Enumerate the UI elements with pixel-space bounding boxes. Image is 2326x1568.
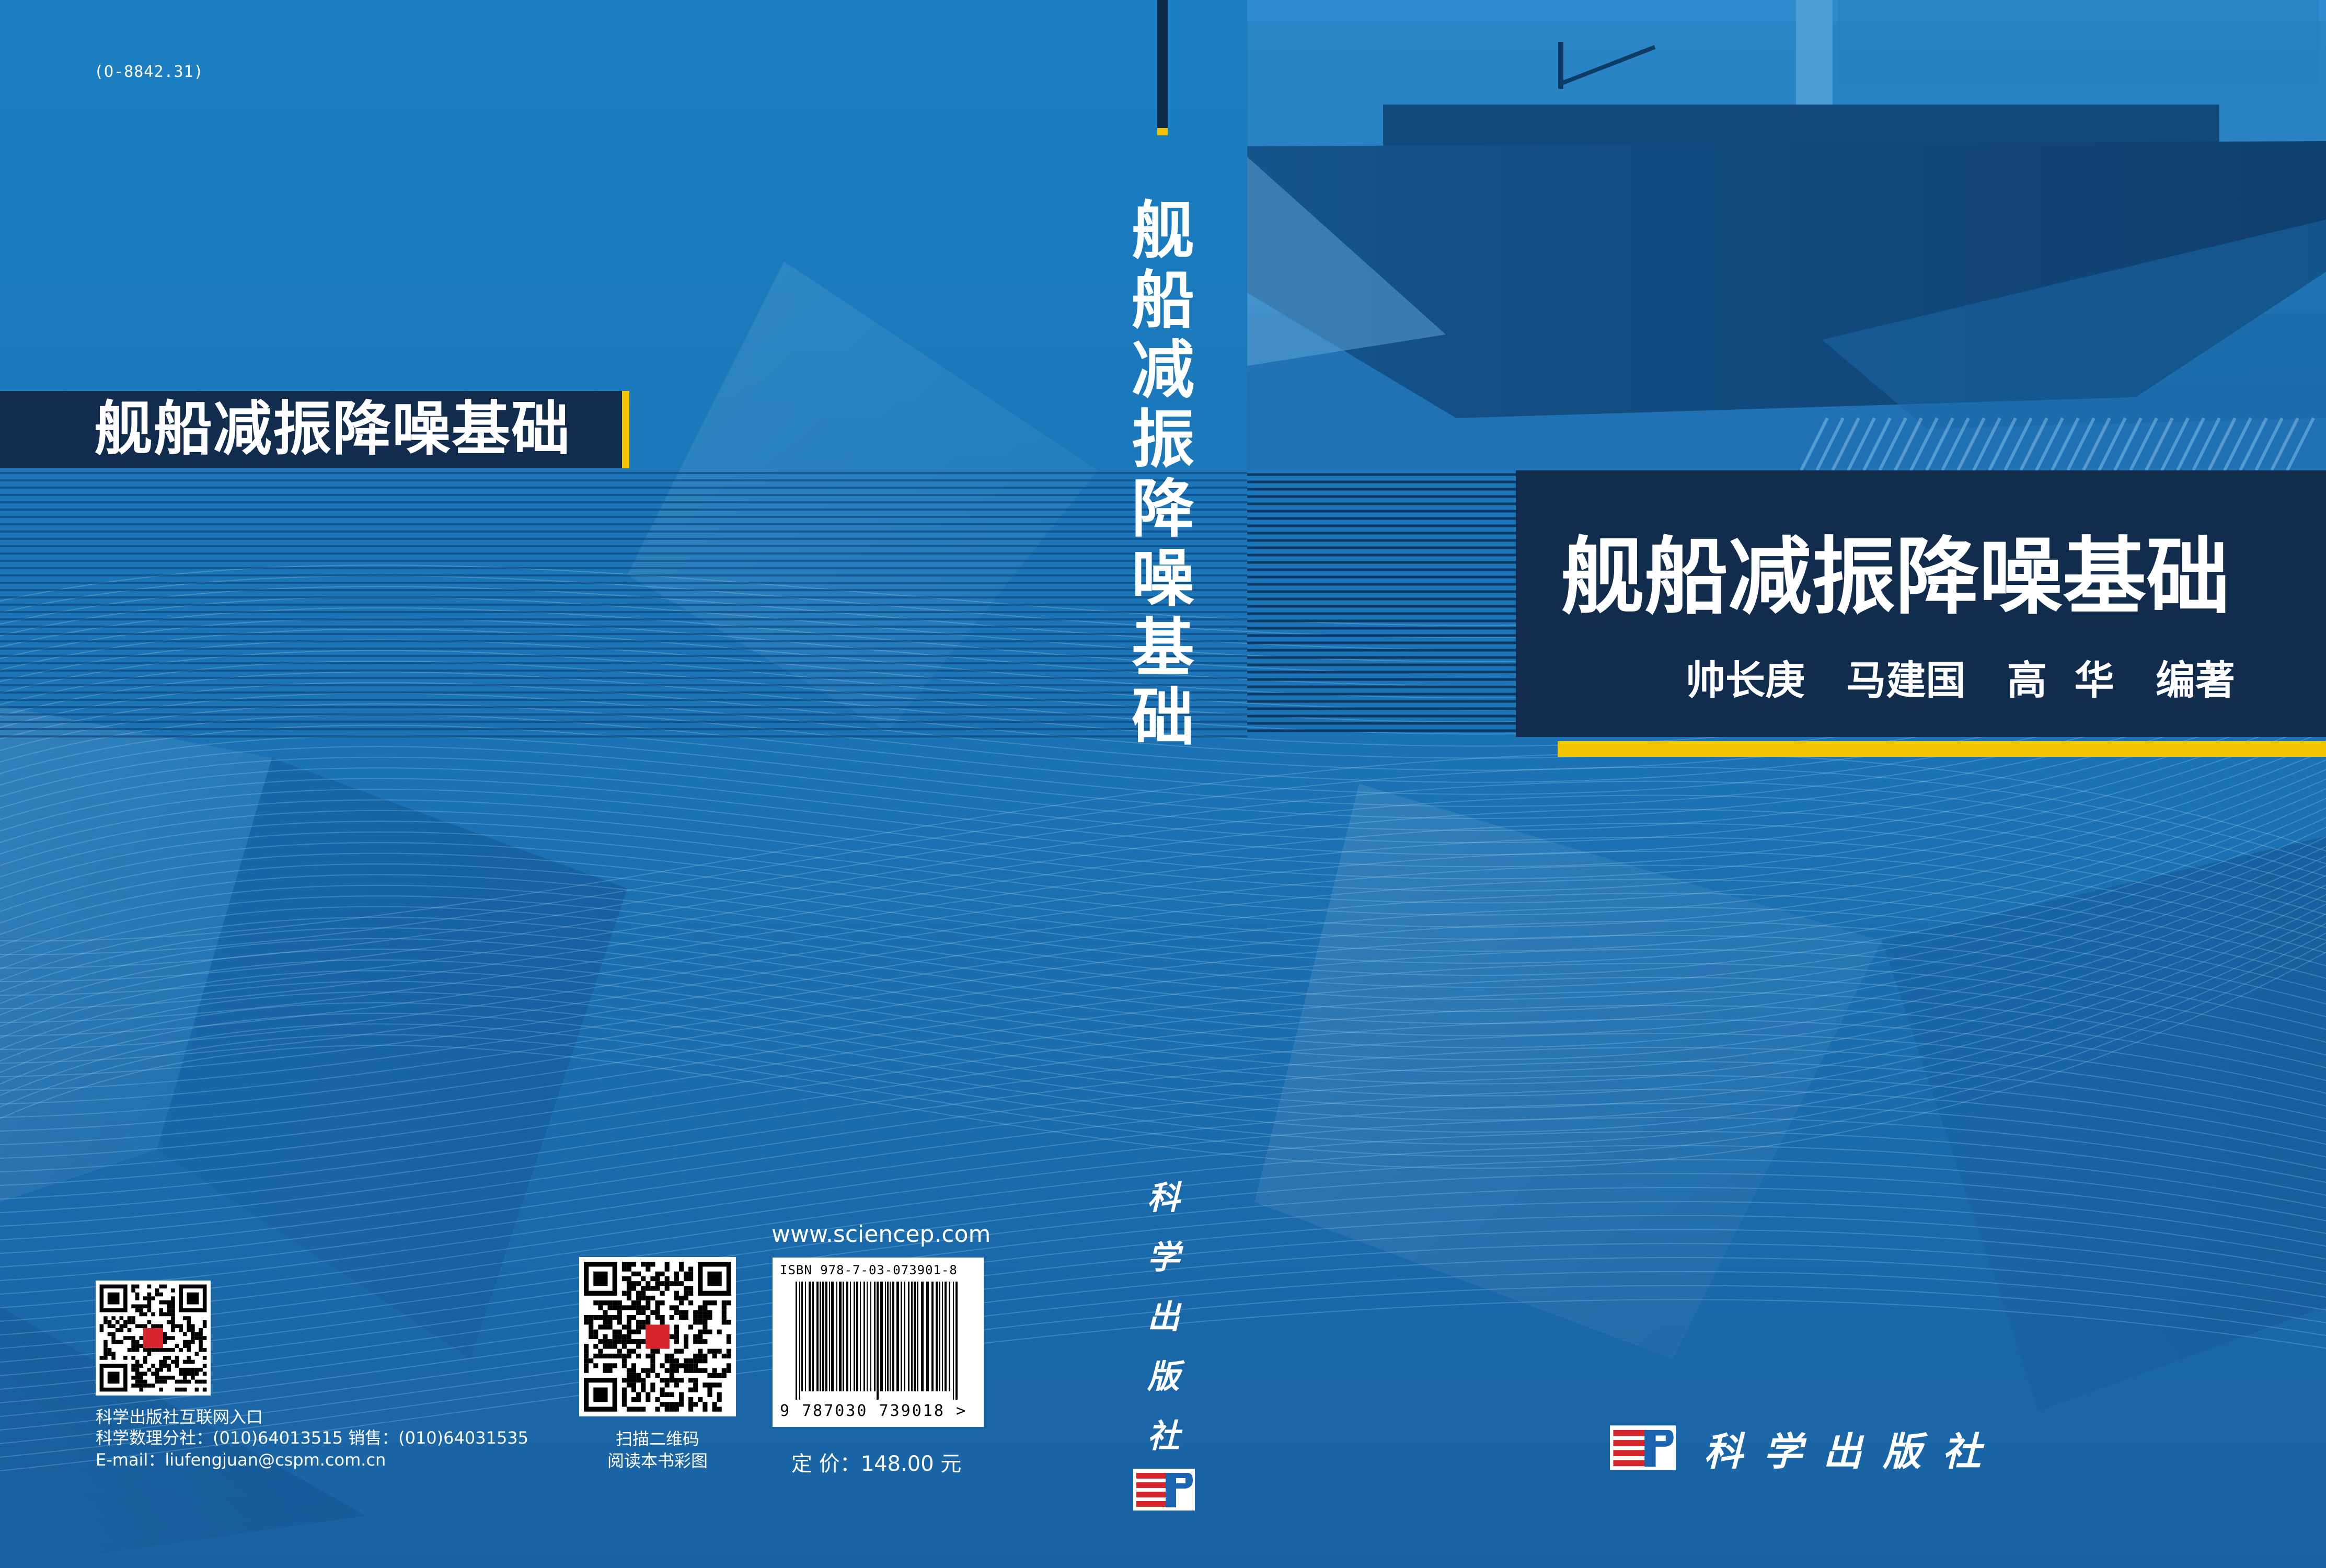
spine-title-char: 基 — [1132, 611, 1194, 685]
classification-code: (O-8842.31) — [94, 63, 204, 81]
color-figures-qr-code-icon[interactable] — [579, 1257, 736, 1416]
front-publisher: 科学出版社 — [1704, 1429, 2002, 1474]
spine-top-bar — [1157, 0, 1168, 128]
spine-title-char: 振 — [1132, 402, 1194, 476]
spine-title-char: 降 — [1132, 472, 1194, 546]
spine-title-char: 减 — [1132, 333, 1194, 407]
spine-title: 舰船减振降噪基础 — [1129, 196, 1197, 752]
spine-title-char: 噪 — [1132, 541, 1194, 615]
ship-photo — [1247, 0, 2326, 470]
spine-title-char: 船 — [1132, 263, 1194, 337]
spine-publisher-char: 学 — [1147, 1238, 1180, 1276]
spine-publisher: 科学出版社 — [1139, 1168, 1188, 1466]
front-authors: 帅长庚 马建国 高 华 编著 — [1686, 657, 2236, 704]
back-cover-title: 舰船减振降噪基础 — [94, 395, 571, 463]
spine-title-char: 础 — [1132, 681, 1194, 754]
front-band-stripes — [1247, 473, 1516, 732]
spine-publisher-char: 科 — [1147, 1179, 1180, 1217]
portal-qr-code-icon[interactable] — [96, 1281, 211, 1396]
contact-phone-line: 科学数理分社：(010)64013515 销售：(010)64031535 — [96, 1428, 529, 1448]
barcode-icon — [796, 1282, 958, 1400]
spine-title-char: 舰 — [1132, 194, 1194, 268]
science-press-logo-icon — [1133, 1469, 1195, 1511]
science-press-logo-icon — [1610, 1425, 1676, 1470]
qr-caption-line1: 扫描二维码 — [615, 1429, 699, 1449]
price-label: 定 价：148.00 元 — [791, 1452, 962, 1476]
back-title-accent-bar — [622, 391, 629, 468]
isbn-digits: 9 787030 739018 > — [780, 1402, 968, 1420]
spine-top-accent — [1157, 128, 1168, 135]
spine-publisher-char: 版 — [1147, 1357, 1180, 1396]
front-title-accent-bar — [1558, 741, 2326, 757]
contact-email-line: E-mail：liufengjuan@cspm.com.cn — [96, 1450, 386, 1470]
spine-publisher-char: 社 — [1147, 1417, 1180, 1455]
spine-publisher-char: 出 — [1147, 1298, 1180, 1336]
isbn-barcode-box: ISBN 978-7-03-073901-8 9 787030 739018 > — [773, 1258, 984, 1427]
qr-caption-line2: 阅读本书彩图 — [607, 1451, 708, 1471]
isbn-text: ISBN 978-7-03-073901-8 — [780, 1263, 958, 1277]
front-cover-title: 舰船减振降噪基础 — [1561, 527, 2230, 626]
publisher-website[interactable]: www.sciencep.com — [772, 1221, 991, 1248]
